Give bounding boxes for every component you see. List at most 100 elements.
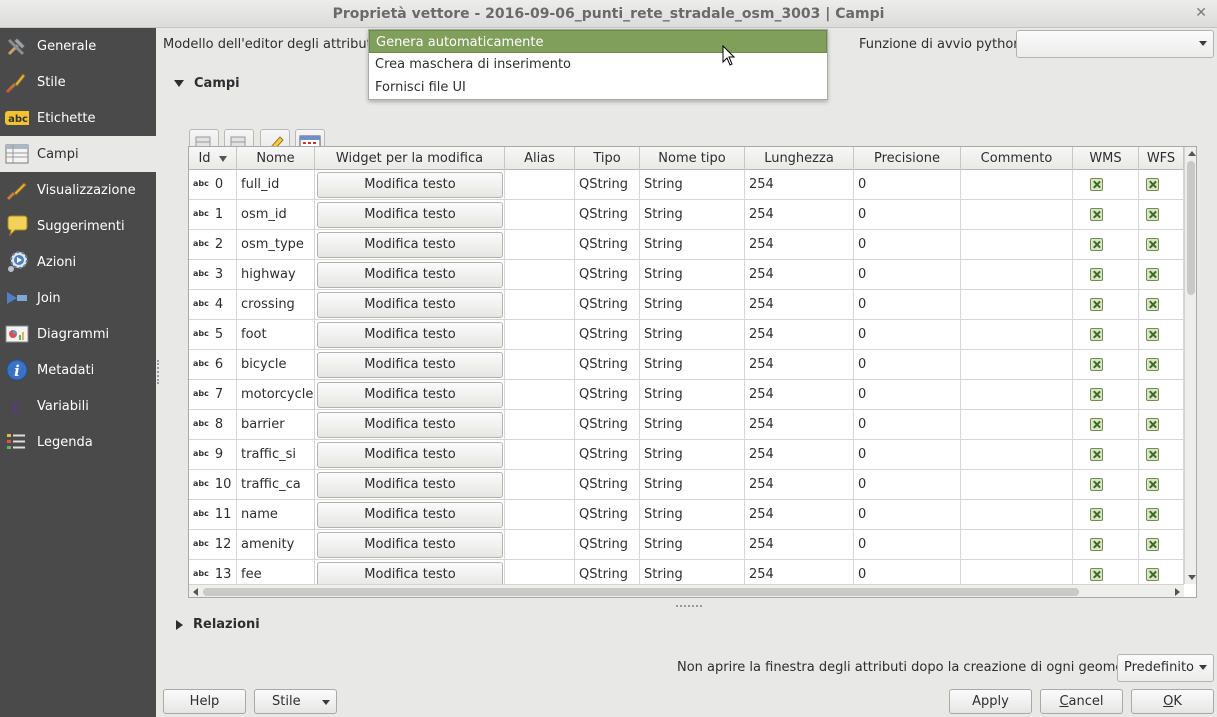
cell-wms[interactable]: [1073, 320, 1139, 350]
cell-comment[interactable]: [961, 170, 1073, 200]
cell-precision[interactable]: 0: [854, 380, 961, 410]
cell-id[interactable]: abc 7: [189, 380, 237, 410]
cell-type[interactable]: QString: [575, 230, 640, 260]
cell-widget[interactable]: Modifica testo: [315, 500, 505, 530]
wfs-checkbox[interactable]: [1146, 268, 1159, 281]
column-header-alias[interactable]: Alias: [505, 147, 575, 170]
cell-widget[interactable]: Modifica testo: [315, 410, 505, 440]
sidebar-item-suggerimenti[interactable]: Suggerimenti: [0, 208, 156, 244]
column-header-lunghezza[interactable]: Lunghezza: [745, 147, 854, 170]
wfs-checkbox[interactable]: [1146, 478, 1159, 491]
wms-checkbox[interactable]: [1090, 178, 1103, 191]
wms-checkbox[interactable]: [1090, 328, 1103, 341]
table-row[interactable]: abc 5 foot Modifica testo QString String 254 0: [189, 320, 1184, 350]
column-header-wms[interactable]: WMS: [1073, 147, 1139, 170]
wms-checkbox[interactable]: [1090, 358, 1103, 371]
cell-name[interactable]: foot: [237, 320, 315, 350]
sidebar-item-variabili[interactable]: ε Variabili: [0, 388, 156, 424]
wms-checkbox[interactable]: [1090, 208, 1103, 221]
cell-wms[interactable]: [1073, 350, 1139, 380]
cell-wms[interactable]: [1073, 290, 1139, 320]
cell-comment[interactable]: [961, 320, 1073, 350]
cell-wfs[interactable]: [1139, 260, 1184, 290]
edit-widget-button[interactable]: Modifica testo: [317, 232, 503, 258]
wms-checkbox[interactable]: [1090, 418, 1103, 431]
cell-comment[interactable]: [961, 410, 1073, 440]
layout-dropdown-list[interactable]: Genera automaticamente Crea maschera di i…: [368, 29, 828, 100]
cell-name[interactable]: traffic_ca: [237, 470, 315, 500]
table-row[interactable]: abc 9 traffic_si Modifica testo QString Strin…: [189, 440, 1184, 470]
cell-type[interactable]: QString: [575, 200, 640, 230]
edit-widget-button[interactable]: Modifica testo: [317, 472, 503, 498]
fields-table[interactable]: Id Nome Widget per la modifica Alias Tipo Nom…: [188, 146, 1197, 598]
wfs-checkbox[interactable]: [1146, 178, 1159, 191]
wfs-checkbox[interactable]: [1146, 568, 1159, 581]
ok-button[interactable]: OK: [1131, 689, 1214, 714]
close-icon[interactable]: ✕: [1195, 5, 1207, 21]
cell-precision[interactable]: 0: [854, 500, 961, 530]
column-header-precisione[interactable]: Precisione: [854, 147, 961, 170]
cell-id[interactable]: abc 10: [189, 470, 237, 500]
column-header-nome[interactable]: Nome: [237, 147, 315, 170]
cell-comment[interactable]: [961, 260, 1073, 290]
wms-checkbox[interactable]: [1090, 538, 1103, 551]
cell-alias[interactable]: [505, 260, 575, 290]
cell-precision[interactable]: 0: [854, 200, 961, 230]
table-row[interactable]: abc 2 osm_type Modifica testo QString String 2…: [189, 230, 1184, 260]
wms-checkbox[interactable]: [1090, 478, 1103, 491]
cell-alias[interactable]: [505, 200, 575, 230]
cell-type-name[interactable]: String: [640, 260, 745, 290]
wfs-checkbox[interactable]: [1146, 358, 1159, 371]
cell-comment[interactable]: [961, 380, 1073, 410]
cell-widget[interactable]: Modifica testo: [315, 350, 505, 380]
python-init-select[interactable]: [1016, 30, 1214, 58]
cell-id[interactable]: abc 5: [189, 320, 237, 350]
cell-type-name[interactable]: String: [640, 230, 745, 260]
cell-length[interactable]: 254: [745, 440, 854, 470]
cell-id[interactable]: abc 9: [189, 440, 237, 470]
cell-alias[interactable]: [505, 530, 575, 560]
cell-length[interactable]: 254: [745, 470, 854, 500]
cell-alias[interactable]: [505, 410, 575, 440]
cell-type[interactable]: QString: [575, 320, 640, 350]
cell-wms[interactable]: [1073, 170, 1139, 200]
relations-section-header[interactable]: Relazioni: [176, 617, 260, 632]
wms-checkbox[interactable]: [1090, 448, 1103, 461]
cell-wms[interactable]: [1073, 500, 1139, 530]
cell-type[interactable]: QString: [575, 170, 640, 200]
cell-name[interactable]: osm_id: [237, 200, 315, 230]
cell-alias[interactable]: [505, 470, 575, 500]
cell-name[interactable]: traffic_si: [237, 440, 315, 470]
cell-type-name[interactable]: String: [640, 410, 745, 440]
cell-name[interactable]: full_id: [237, 170, 315, 200]
cell-name[interactable]: crossing: [237, 290, 315, 320]
cancel-button[interactable]: Cancel: [1040, 689, 1123, 714]
wfs-checkbox[interactable]: [1146, 298, 1159, 311]
edit-widget-button[interactable]: Modifica testo: [317, 292, 503, 318]
cell-precision[interactable]: 0: [854, 350, 961, 380]
table-row[interactable]: abc 11 name Modifica testo QString String 254 0: [189, 500, 1184, 530]
cell-precision[interactable]: 0: [854, 440, 961, 470]
cell-comment[interactable]: [961, 470, 1073, 500]
cell-wfs[interactable]: [1139, 320, 1184, 350]
sidebar-item-azioni[interactable]: Azioni: [0, 244, 156, 280]
scroll-up-icon[interactable]: [1188, 151, 1196, 156]
cell-type[interactable]: QString: [575, 380, 640, 410]
cell-comment[interactable]: [961, 530, 1073, 560]
cell-alias[interactable]: [505, 170, 575, 200]
sidebar-item-campi[interactable]: Campi: [0, 136, 156, 172]
cell-wfs[interactable]: [1139, 230, 1184, 260]
wfs-checkbox[interactable]: [1146, 418, 1159, 431]
cell-type[interactable]: QString: [575, 290, 640, 320]
cell-name[interactable]: highway: [237, 260, 315, 290]
cell-id[interactable]: abc 2: [189, 230, 237, 260]
horizontal-scroll-thumb[interactable]: [203, 588, 1079, 596]
cell-length[interactable]: 254: [745, 350, 854, 380]
cell-alias[interactable]: [505, 500, 575, 530]
cell-name[interactable]: name: [237, 500, 315, 530]
cell-name[interactable]: motorcycle: [237, 380, 315, 410]
edit-widget-button[interactable]: Modifica testo: [317, 502, 503, 528]
column-header-id[interactable]: Id: [189, 147, 237, 170]
cell-precision[interactable]: 0: [854, 230, 961, 260]
wfs-checkbox[interactable]: [1146, 508, 1159, 521]
